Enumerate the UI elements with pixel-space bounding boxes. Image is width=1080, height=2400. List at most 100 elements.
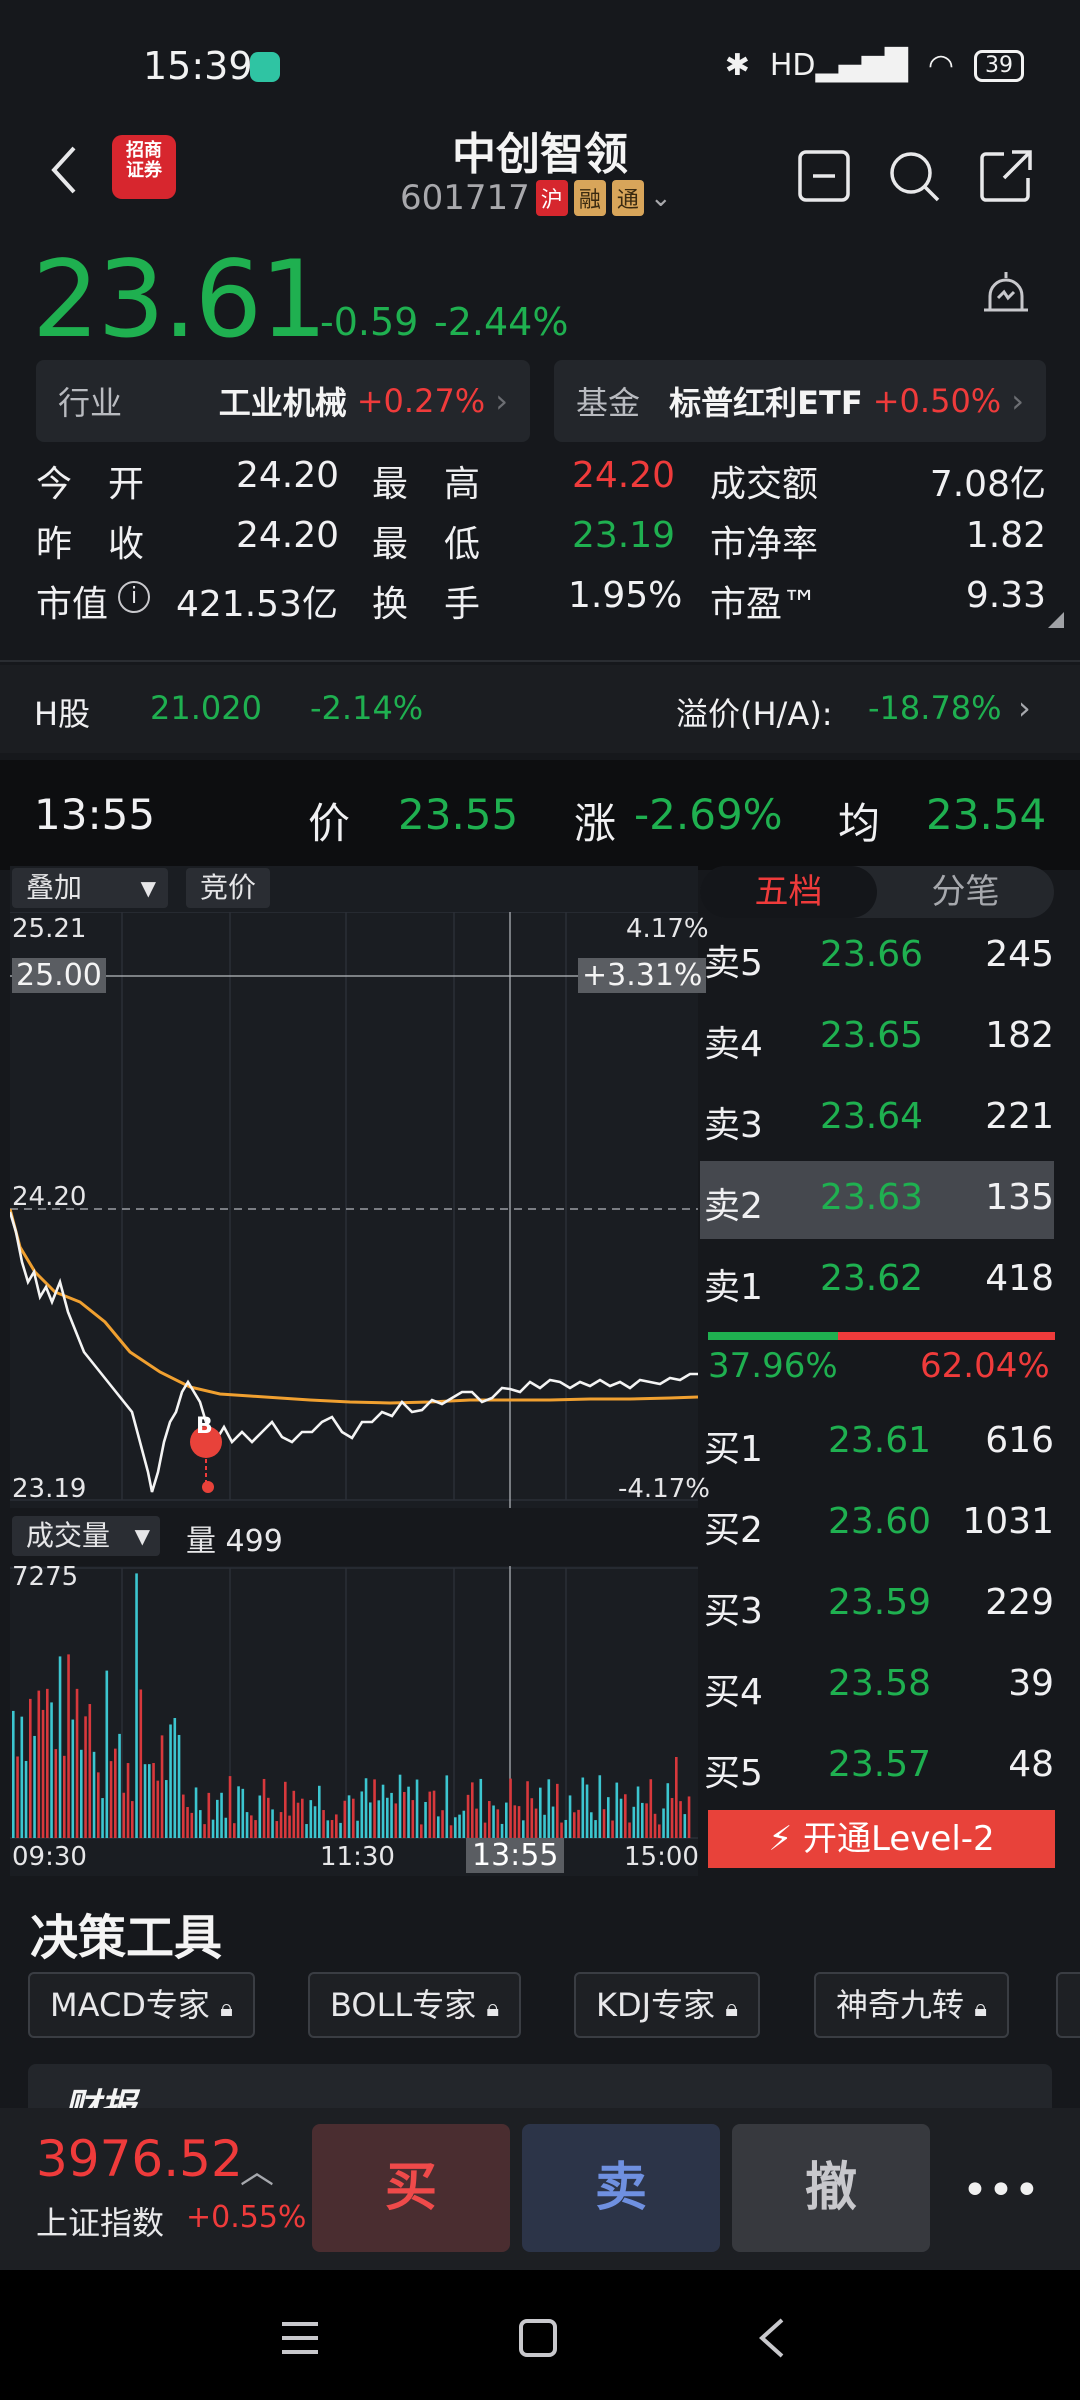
volume-bar bbox=[250, 1815, 253, 1838]
volume-bar bbox=[483, 1822, 487, 1838]
volume-bar bbox=[194, 1787, 198, 1838]
level2-button[interactable]: ⚡ 开通Level-2 bbox=[708, 1810, 1055, 1868]
sell-row[interactable]: 卖3 23.64 221 bbox=[700, 1080, 1054, 1158]
home-icon[interactable] bbox=[518, 2318, 558, 2358]
volume-bar bbox=[122, 1792, 126, 1838]
intraday-chart[interactable] bbox=[10, 912, 698, 1912]
volume-bar bbox=[411, 1800, 415, 1838]
volume-bar bbox=[611, 1820, 614, 1838]
sell-row[interactable]: 卖1 23.62 418 bbox=[700, 1242, 1054, 1320]
sell-button[interactable]: 卖 bbox=[522, 2124, 720, 2252]
volume-bar bbox=[632, 1806, 636, 1838]
volume-bar bbox=[526, 1781, 529, 1838]
overlay-dropdown[interactable]: 叠加 ▼ bbox=[12, 868, 168, 908]
buy-row[interactable]: 买2 23.60 1031 bbox=[700, 1485, 1054, 1563]
buy-row[interactable]: 买5 23.57 48 bbox=[700, 1728, 1054, 1806]
volume-bar bbox=[488, 1801, 491, 1838]
volume-bar bbox=[517, 1806, 521, 1838]
tag-rong: 融 bbox=[573, 180, 606, 216]
volume-bar bbox=[182, 1794, 185, 1838]
share-icon[interactable] bbox=[978, 148, 1034, 204]
avg-price-line bbox=[10, 1208, 698, 1405]
volume-bar bbox=[330, 1820, 334, 1838]
volume-bar bbox=[530, 1798, 534, 1838]
volume-bar bbox=[237, 1786, 240, 1838]
volume-bar bbox=[343, 1800, 347, 1838]
status-time: 15:39 bbox=[143, 44, 253, 88]
cursor-pct-label: +3.31% bbox=[578, 958, 707, 993]
sell-row[interactable]: 卖4 23.65 182 bbox=[700, 999, 1054, 1077]
lock-icon: 🔒︎ bbox=[486, 1994, 500, 2022]
volume-bar bbox=[347, 1795, 351, 1838]
volume-bar bbox=[143, 1764, 147, 1838]
cancel-button[interactable]: 撤 bbox=[732, 2124, 930, 2252]
back-nav-icon[interactable] bbox=[756, 2316, 786, 2360]
volume-bar bbox=[381, 1784, 385, 1838]
volume-bar bbox=[63, 1755, 66, 1838]
caret-down-icon: ▼ bbox=[140, 876, 156, 900]
volume-bar bbox=[462, 1810, 466, 1838]
volume-bar bbox=[275, 1821, 279, 1838]
fund-chip[interactable]: 基金 标普红利ETF +0.50% › bbox=[554, 360, 1046, 442]
volume-bar bbox=[534, 1808, 538, 1838]
volume-bar bbox=[80, 1749, 83, 1838]
tool-boll[interactable]: BOLL专家 🔒︎ bbox=[308, 1972, 522, 2038]
tab-five-level[interactable]: 五档 bbox=[700, 866, 877, 918]
volume-bar bbox=[403, 1791, 406, 1838]
fund-pct: +0.50% bbox=[872, 382, 1002, 420]
chevron-up-icon[interactable]: ︿ bbox=[240, 2144, 274, 2193]
volume-bar bbox=[662, 1808, 665, 1838]
lock-icon: 🔒︎ bbox=[220, 1994, 233, 2022]
auction-button[interactable]: 竞价 bbox=[186, 868, 271, 908]
volume-bar bbox=[335, 1814, 338, 1838]
industry-chip[interactable]: 行业 工业机械 +0.27% › bbox=[36, 360, 530, 442]
orderbook-tabs: 五档 分笔 bbox=[700, 866, 1054, 918]
buy-row[interactable]: 买1 23.61 616 bbox=[700, 1404, 1054, 1482]
search-icon[interactable] bbox=[886, 148, 942, 204]
expand-corner-icon[interactable] bbox=[1048, 612, 1064, 628]
volume-dropdown[interactable]: 成交量 ▼ bbox=[12, 1516, 160, 1556]
industry-name: 工业机械 bbox=[218, 384, 347, 422]
tool-more[interactable] bbox=[1056, 1972, 1080, 2038]
chevron-right-icon: › bbox=[495, 382, 508, 420]
volume-bar bbox=[262, 1778, 266, 1838]
volume-bar bbox=[377, 1800, 381, 1838]
index-value[interactable]: 3976.52 bbox=[36, 2130, 243, 2188]
info-icon[interactable]: i bbox=[118, 581, 150, 613]
price-alert-icon[interactable] bbox=[976, 268, 1036, 328]
volume-bar bbox=[615, 1782, 619, 1838]
sell-row[interactable]: 卖5 23.66 245 bbox=[700, 918, 1054, 996]
buy-row[interactable]: 买4 23.58 39 bbox=[700, 1647, 1054, 1725]
volume-bar bbox=[292, 1790, 296, 1838]
tool-kdj[interactable]: KDJ专家 🔒︎ bbox=[574, 1972, 761, 2038]
volume-bar bbox=[156, 1780, 160, 1838]
volume-bar bbox=[479, 1778, 483, 1838]
minus-square-icon[interactable] bbox=[796, 148, 852, 204]
chevron-down-icon: ⌄ bbox=[649, 183, 672, 213]
more-icon[interactable]: ••• bbox=[962, 2165, 1040, 2216]
volume-bar bbox=[645, 1803, 648, 1838]
volume-value: 量 499 bbox=[186, 1524, 283, 1559]
volume-bar bbox=[360, 1791, 364, 1838]
tool-nine-turn[interactable]: 神奇九转 🔒︎ bbox=[814, 1972, 1009, 2038]
volume-bar bbox=[675, 1757, 678, 1838]
stock-code-row[interactable]: 601717 沪 融 通 ⌄ bbox=[400, 178, 672, 218]
tab-ticks[interactable]: 分笔 bbox=[877, 866, 1054, 918]
buy-row[interactable]: 买3 23.59 229 bbox=[700, 1566, 1054, 1644]
volume-bar bbox=[585, 1784, 589, 1838]
volume-bar bbox=[598, 1775, 602, 1838]
x-label-open: 09:30 bbox=[12, 1842, 87, 1872]
buy-button[interactable]: 买 bbox=[312, 2124, 510, 2252]
volume-bar bbox=[658, 1824, 661, 1838]
sell-row-highlighted[interactable]: 卖2 23.63 135 bbox=[700, 1161, 1054, 1239]
volume-bar bbox=[590, 1812, 593, 1838]
y-bottom-pct-label: -4.17% bbox=[618, 1474, 710, 1504]
volume-bar bbox=[415, 1779, 419, 1838]
caret-down-icon: ▼ bbox=[134, 1524, 150, 1548]
index-pct: +0.55% bbox=[186, 2200, 307, 2235]
volume-bar bbox=[245, 1812, 249, 1838]
menu-icon[interactable] bbox=[280, 2320, 320, 2356]
tool-macd[interactable]: MACD专家 🔒︎ bbox=[28, 1972, 255, 2038]
notification-icon bbox=[250, 52, 280, 82]
h-share-row[interactable]: H股 21.020 -2.14% 溢价(H/A): -18.78% › bbox=[0, 665, 1080, 753]
